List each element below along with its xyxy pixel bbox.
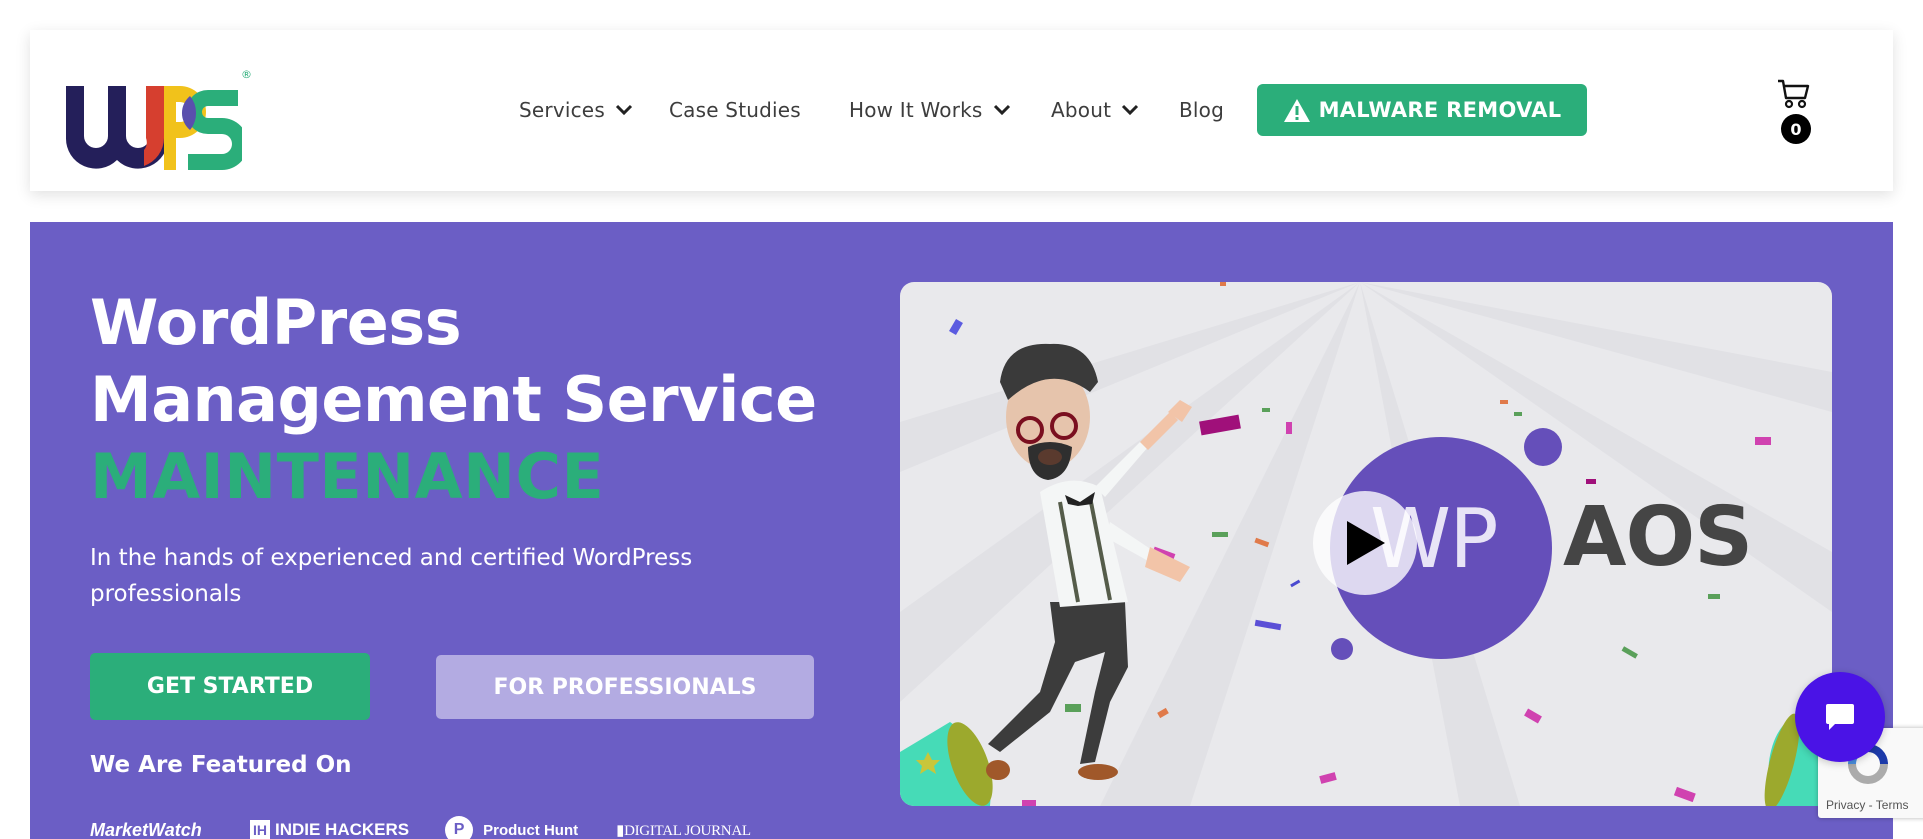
hero-subtitle: In the hands of experienced and certifie… [90,545,693,607]
indie-hackers-mark: IH [250,820,270,839]
party-horn-left [900,722,993,806]
page: ® Services Case Studies How It Works Abo… [0,0,1923,839]
nav-label: Case Studies [669,98,801,122]
nav-item-case-studies[interactable]: Case Studies [669,98,849,122]
indie-hackers-text: INDIE HACKERS [275,820,410,839]
site-header: ® Services Case Studies How It Works Abo… [30,30,1893,191]
for-professionals-button[interactable]: FOR PROFESSIONALS [436,655,814,719]
chat-widget-button[interactable] [1795,672,1885,762]
chevron-down-icon [615,104,632,116]
product-hunt-text: Product Hunt [483,821,579,839]
hero-title: WordPress Management Service MAINTENANCE [90,284,817,515]
recaptcha-privacy-link[interactable]: Privacy [1826,798,1865,812]
hero-title-line-1: WordPress [90,286,462,359]
site-logo[interactable]: ® [62,68,252,178]
hero-title-line-2: Management Service [90,363,817,436]
chevron-down-icon [1122,104,1139,116]
marketwatch-logo: MarketWatch [90,819,202,839]
chevron-down-icon [993,104,1010,116]
cart-count-badge: 0 [1781,114,1811,144]
featured-on-heading: We Are Featured On [90,752,352,778]
nav-item-blog[interactable]: Blog [1179,98,1224,122]
cart-button[interactable]: 0 [1767,78,1817,153]
digital-journal-logo: ▮DIGITAL JOURNAL [616,822,751,839]
hero-title-accent: MAINTENANCE [90,440,605,513]
nav-item-how-it-works[interactable]: How It Works [849,98,1051,122]
nav-label: Services [519,98,605,122]
registered-mark: ® [241,68,252,81]
recaptcha-links: Privacy - Terms [1826,798,1908,812]
cart-icon [1778,79,1810,109]
video-play-button[interactable] [1313,491,1417,595]
recaptcha-terms-link[interactable]: Terms [1876,798,1909,812]
play-icon [1347,521,1385,565]
nav-label: About [1051,98,1112,122]
malware-removal-button[interactable]: MALWARE REMOVAL [1257,84,1587,136]
nav-item-services[interactable]: Services [519,98,669,122]
hero-section: WordPress Management Service MAINTENANCE… [30,222,1893,839]
product-hunt-logo: P Product Hunt [445,816,578,839]
malware-removal-label: MALWARE REMOVAL [1318,98,1562,122]
chat-bubble-icon [1826,704,1854,730]
nav-label: How It Works [849,98,983,122]
indie-hackers-logo: IH INDIE HACKERS [250,820,409,839]
product-hunt-mark: P [445,816,474,839]
featured-logos: MarketWatch IH INDIE HACKERS P Product H… [90,816,779,839]
recaptcha-separator: - [1865,798,1876,812]
get-started-button[interactable]: GET STARTED [90,653,370,720]
intro-video[interactable]: WP AOS [900,282,1832,806]
main-nav: Services Case Studies How It Works About… [519,84,1587,136]
nav-item-about[interactable]: About [1051,98,1179,122]
wps-logo-icon [65,86,242,170]
decor-dot [1331,638,1353,660]
nav-label: Blog [1179,98,1225,122]
video-brand-aos: AOS [1563,490,1753,585]
decor-dot [1524,428,1562,466]
warning-icon [1283,98,1310,122]
